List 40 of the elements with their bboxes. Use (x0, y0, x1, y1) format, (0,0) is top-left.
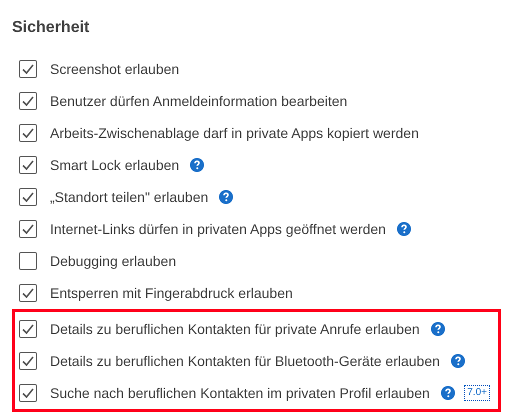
option-label: Arbeits-Zwischenablage darf in private Apps kopiert werden (50, 124, 419, 143)
checkbox[interactable] (19, 156, 37, 174)
checkbox[interactable] (19, 384, 37, 402)
option-label: Benutzer dürfen Anmeldeinformation bearbeiten (50, 92, 348, 110)
checkbox[interactable] (19, 92, 37, 110)
help-icon[interactable] (430, 322, 445, 336)
option-label: Details zu beruflichen Kontakten für Bluetooth-Geräte erlauben (50, 352, 440, 370)
help-icon[interactable] (440, 386, 455, 400)
checkbox[interactable] (19, 220, 37, 238)
checkmark-icon (21, 354, 35, 368)
section-heading: Sicherheit (12, 18, 90, 38)
option-label: Screenshot erlauben (50, 60, 180, 78)
checkbox[interactable] (19, 124, 37, 142)
help-icon[interactable] (450, 354, 465, 368)
checkbox[interactable] (19, 188, 37, 206)
option-label: Details zu beruflichen Kontakten für private Anrufe erlauben (50, 320, 420, 339)
checkmark-icon (21, 222, 35, 236)
option-label: Suche nach beruflichen Kontakten im privaten Profil erlauben (50, 384, 430, 403)
checkmark-icon (21, 94, 35, 108)
option-label: Entsperren mit Fingerabdruck erlauben (50, 284, 293, 303)
option-label: „Standort teilen" erlauben (50, 188, 208, 206)
help-icon[interactable] (219, 190, 234, 204)
checkbox[interactable] (19, 352, 37, 370)
checkbox[interactable] (19, 284, 37, 302)
checkmark-icon (21, 386, 35, 400)
checkmark-icon (21, 126, 35, 140)
option-label: Smart Lock erlauben (50, 156, 180, 174)
checkbox[interactable] (19, 60, 37, 78)
checkmark-icon (21, 190, 35, 204)
checkbox[interactable] (19, 320, 37, 338)
help-icon[interactable] (190, 158, 204, 172)
version-badge: 7.0+ (464, 385, 490, 401)
checkmark-icon (21, 286, 35, 300)
option-label: Internet-Links dürfen in privaten Apps geöffnet werden (50, 220, 386, 239)
checkmark-icon (21, 322, 35, 336)
checkmark-icon (21, 62, 35, 76)
help-icon[interactable] (396, 222, 411, 236)
checkmark-icon (21, 158, 35, 172)
option-label: Debugging erlauben (50, 252, 176, 271)
checkbox[interactable] (19, 252, 37, 270)
